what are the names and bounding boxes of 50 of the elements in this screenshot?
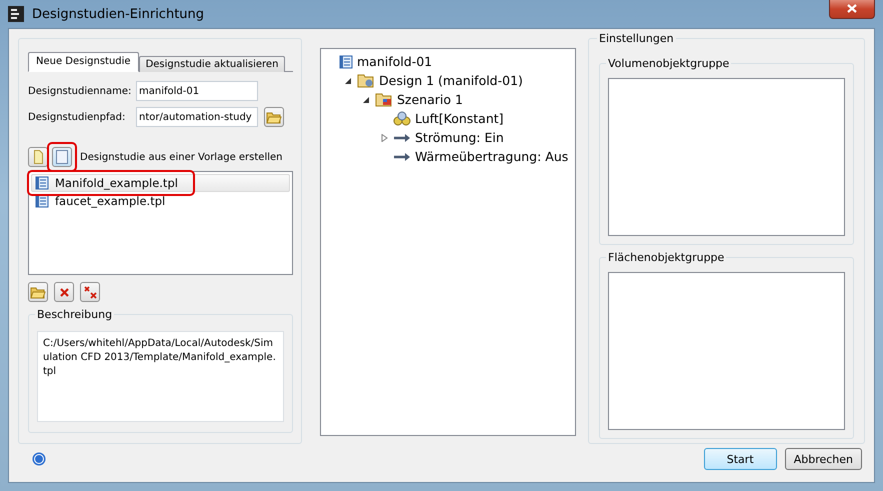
tree-item[interactable]: manifold-01 [357,54,432,69]
tree-item[interactable]: Design 1 (manifold-01) [379,73,523,88]
tree-item[interactable]: Wärmeübertragung: Aus [415,149,568,164]
source-button[interactable] [28,147,48,167]
group-title: Beschreibung [36,308,114,321]
group-title: Einstellungen [598,32,675,45]
close-icon [847,4,857,13]
arrow-icon [393,152,411,160]
delete-icon [60,288,68,296]
arrow-icon [393,134,411,142]
app-logo-icon [8,6,24,22]
page-icon [34,150,42,164]
spheres-icon [393,111,411,126]
delete-all-button[interactable] [80,282,100,302]
help-icon[interactable] [32,452,46,466]
dialog-button[interactable]: Abbrechen [784,448,862,470]
field-label: Designstudienpfad: [28,112,126,122]
tree-item[interactable]: Luft[Konstant] [415,111,504,126]
list-icon [339,54,353,68]
delete-all-icon [84,286,96,298]
expanded-icon[interactable] [344,76,352,84]
tree-item[interactable]: Szenario 1 [397,92,463,107]
browse-button[interactable] [264,107,284,127]
group-title: Volumenobjektgruppe [607,57,730,70]
list-item[interactable]: Manifold_example.tpl [31,174,290,192]
folder-icon [375,92,393,107]
tab[interactable]: Designstudie aktualisieren [138,56,286,72]
list-item[interactable]: faucet_example.tpl [31,192,290,210]
tree-item[interactable]: Strömung: Ein [415,130,504,145]
open-button[interactable] [28,282,48,302]
expanded-icon[interactable] [362,96,370,104]
folder-icon [266,110,282,124]
dialog-button[interactable]: Start [704,448,777,470]
description-text: C:/Users/whitehl/AppData/Local/Autodesk/Simulation CFD 2013/Template/Manifold_example.tpl [37,331,284,422]
window-title: Designstudien-Einrichtung [32,6,204,22]
source-button[interactable] [52,147,72,167]
field-label: Designstudienname: [28,86,132,96]
folder-icon [357,73,375,88]
page-icon [56,150,68,164]
delete-button[interactable] [54,282,74,302]
group-title: Flächenobjektgruppe [607,251,726,264]
input-field[interactable]: ntor/automation-study [136,107,258,127]
close-button[interactable] [829,0,875,18]
folder-icon [30,286,46,298]
collapsed-icon[interactable] [380,134,388,142]
input-field[interactable]: manifold-01 [136,81,258,101]
tab[interactable]: Neue Designstudie [28,52,139,72]
source-label: Designstudie aus einer Vorlage erstellen [80,152,282,162]
list-icon [35,194,49,208]
list-icon [35,176,49,190]
